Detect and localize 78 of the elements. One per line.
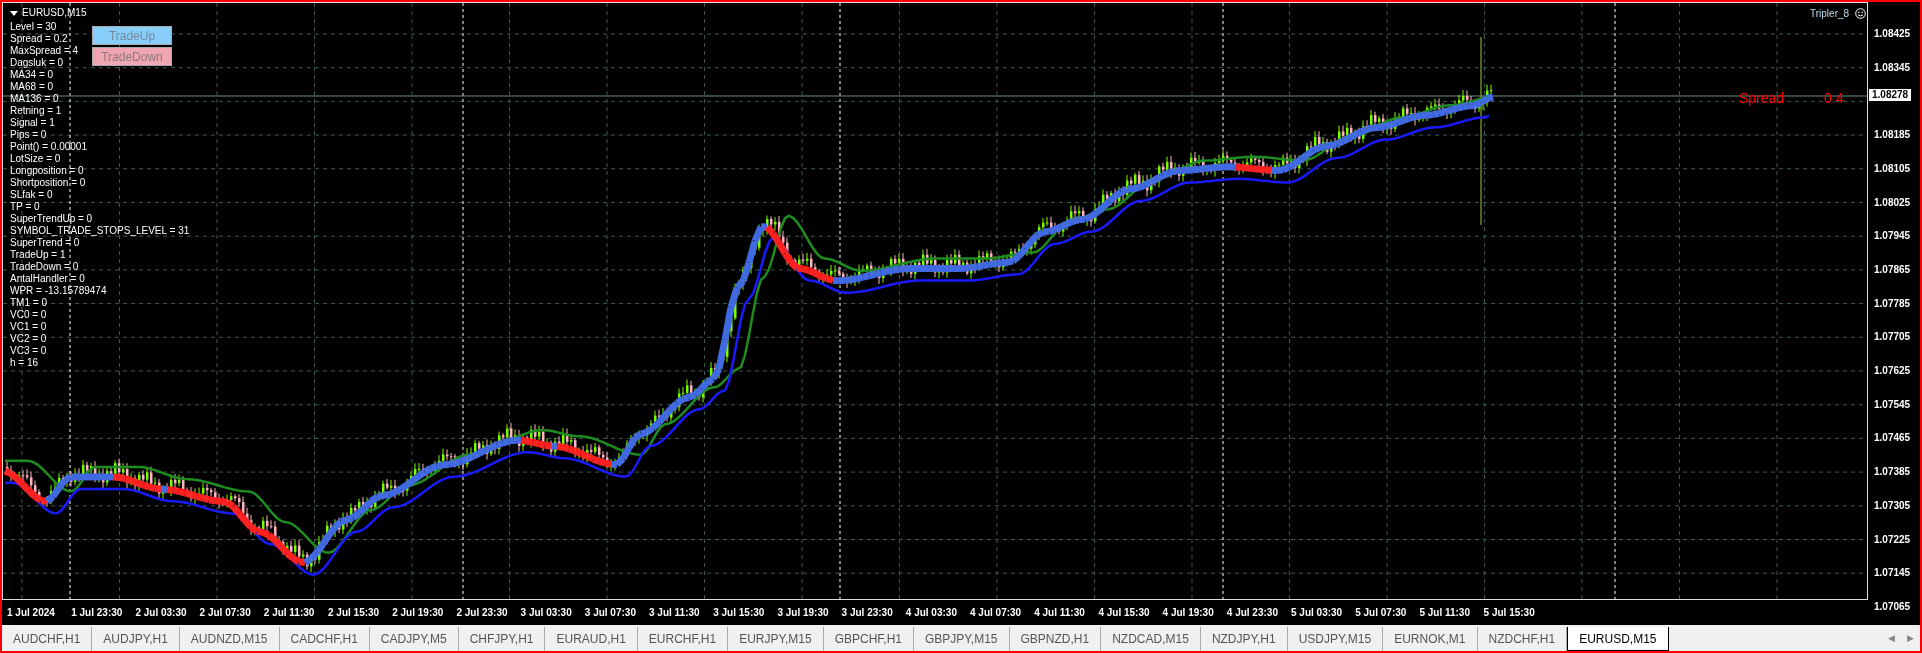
price-label: 1.07945: [1874, 230, 1911, 243]
time-label: 2 Jul 07:30: [199, 606, 251, 620]
time-label: 5 Jul 03:30: [1291, 606, 1343, 620]
time-label: 3 Jul 15:30: [713, 606, 765, 620]
info-text: Signal = 1: [10, 117, 55, 129]
chart-title: EURUSD,M15: [22, 7, 87, 19]
price-label: 1.07865: [1874, 263, 1911, 276]
time-label: 2 Jul 11:30: [263, 606, 315, 620]
price-label: 1.07385: [1874, 466, 1911, 479]
info-text: SYMBOL_TRADE_STOPS_LEVEL = 31: [10, 225, 190, 237]
info-text: MaxSpread = 4: [10, 45, 79, 57]
info-text: Dagsluk = 0: [10, 57, 64, 69]
time-label: 4 Jul 11:30: [1034, 606, 1085, 620]
time-label: 2 Jul 15:30: [328, 606, 380, 620]
info-text: VC0 = 0: [10, 309, 47, 321]
info-text: Pips = 0: [10, 129, 47, 141]
info-text: VC1 = 0: [10, 321, 47, 333]
price-label: 1.07545: [1874, 398, 1911, 411]
time-label: 1 Jul 2024: [7, 606, 55, 620]
time-label: 5 Jul 07:30: [1355, 606, 1407, 620]
collapse-icon[interactable]: [10, 11, 18, 17]
info-text: Level = 30: [10, 21, 57, 33]
spread-label: Spread: [1739, 89, 1785, 108]
price-label: 1.07225: [1874, 533, 1911, 546]
info-text: Shortposition = 0: [10, 177, 86, 189]
current-price-label: 1.08278: [1868, 88, 1913, 102]
price-label: 1.07145: [1874, 567, 1911, 580]
time-label: 4 Jul 03:30: [905, 606, 957, 620]
price-label: 1.08185: [1874, 129, 1911, 142]
time-label: 3 Jul 11:30: [649, 606, 700, 620]
time-label: 4 Jul 19:30: [1162, 606, 1214, 620]
info-text: WPR = -13.15789474: [10, 285, 107, 297]
spread-value: 0.4: [1824, 89, 1844, 108]
price-label: 1.07705: [1874, 331, 1911, 344]
time-label: 3 Jul 23:30: [841, 606, 893, 620]
price-label: 1.08425: [1874, 28, 1911, 40]
info-text: TradeDown = 0: [10, 261, 79, 273]
info-text: TradeUp = 1: [10, 249, 66, 261]
info-text: Spread = 0.2: [10, 33, 68, 45]
time-label: 2 Jul 23:30: [456, 606, 508, 620]
info-text: Point() = 0.00001: [10, 141, 87, 153]
info-text: MA68 = 0: [10, 81, 54, 93]
info-text: AntalHandler = 0: [10, 273, 85, 285]
time-label: 5 Jul 11:30: [1419, 606, 1470, 620]
info-text: TM1 = 0: [10, 297, 47, 309]
price-label: 1.07305: [1874, 499, 1911, 512]
price-label: 1.08105: [1874, 162, 1911, 175]
info-text: MA136 = 0: [10, 93, 59, 105]
chart-tab[interactable]: EURUSD,M15: [1567, 627, 1669, 651]
info-text: h = 16: [10, 357, 39, 369]
price-label: 1.08025: [1874, 196, 1911, 209]
price-label: 1.07625: [1874, 365, 1911, 377]
info-text: SuperTrend = 0: [10, 237, 80, 249]
time-label: 2 Jul 19:30: [392, 606, 444, 620]
info-text: VC2 = 0: [10, 333, 47, 345]
time-label: 5 Jul 15:30: [1483, 606, 1535, 620]
price-label: 1.07065: [1874, 600, 1911, 613]
price-label: 1.08345: [1874, 61, 1911, 74]
price-label: 1.07785: [1874, 297, 1911, 310]
time-label: 4 Jul 07:30: [970, 606, 1022, 620]
info-text: SuperTrendUp = 0: [10, 213, 93, 225]
info-text: MA34 = 0: [10, 69, 54, 81]
time-label: 4 Jul 15:30: [1098, 606, 1150, 620]
time-label: 1 Jul 23:30: [71, 606, 123, 620]
info-text: LotSize = 0: [10, 153, 61, 165]
expert-name: Tripler_8: [1810, 8, 1850, 20]
info-text: SLfak = 0: [10, 189, 53, 201]
info-text: Retning = 1: [10, 105, 62, 117]
price-label: 1.07465: [1874, 432, 1911, 445]
time-label: 4 Jul 23:30: [1226, 606, 1278, 620]
time-label: 3 Jul 19:30: [777, 606, 829, 620]
smiley-icon: [1855, 8, 1866, 19]
info-text: TP = 0: [10, 201, 40, 213]
time-label: 3 Jul 03:30: [520, 606, 572, 620]
info-text: Longposition = 0: [10, 165, 84, 177]
info-text: VC3 = 0: [10, 345, 47, 357]
time-label: 3 Jul 07:30: [584, 606, 636, 620]
time-label: 2 Jul 03:30: [135, 606, 187, 620]
